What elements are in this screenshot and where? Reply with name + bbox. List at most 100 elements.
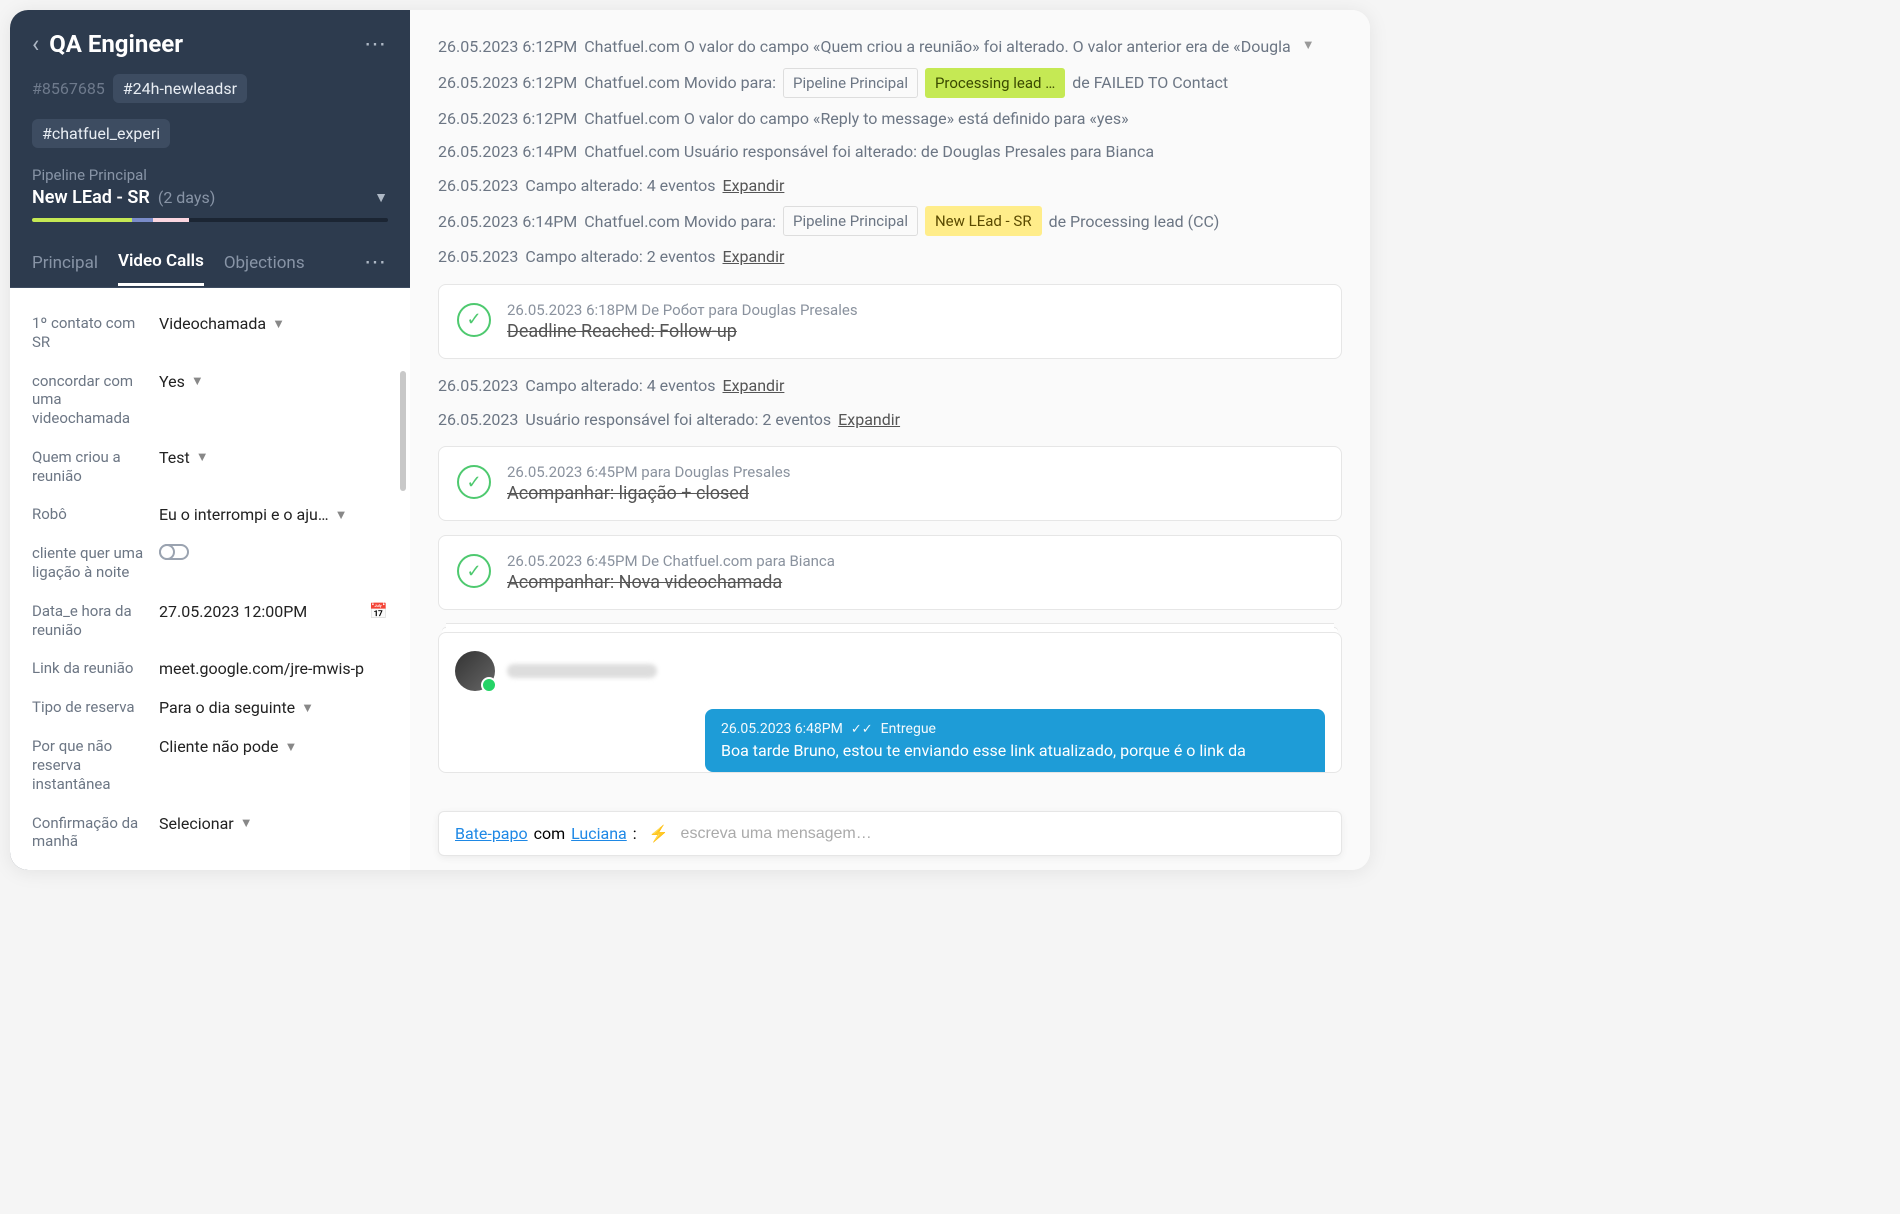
tab-video-calls[interactable]: Video Calls (118, 251, 204, 286)
log-datetime: 26.05.2023 (438, 173, 518, 199)
message-input[interactable] (681, 825, 1325, 843)
log-text: Usuário responsável foi alterado: 2 even… (525, 407, 831, 433)
chevron-down-icon[interactable]: ▼ (1302, 36, 1315, 57)
field-row: concordar com uma videochamada Yes▼ (32, 362, 388, 438)
task-title: Deadline Reached: Follow-up (507, 321, 858, 342)
chat-card[interactable]: 26.05.2023 6:48PM ✓✓ Entregue Boa tarde … (438, 632, 1342, 773)
field-value[interactable]: Para o dia seguinte▼ (159, 698, 388, 717)
log-entry: 26.05.2023 6:12PM Chatfuel.com O valor do… (438, 34, 1342, 60)
chevron-down-icon: ▼ (196, 449, 209, 465)
contact-name-blurred (507, 664, 657, 678)
task-title: Acompanhar: ligação + closed (507, 483, 791, 504)
toggle[interactable] (159, 544, 189, 560)
pipeline-progress (32, 218, 388, 222)
field-value[interactable] (159, 544, 388, 560)
stage-selector[interactable]: New LEad - SR (2 days) ▼ (32, 187, 388, 208)
chevron-down-icon: ▼ (191, 373, 204, 389)
outgoing-message: 26.05.2023 6:48PM ✓✓ Entregue Boa tarde … (705, 709, 1325, 772)
log-entry: 26.05.2023Campo alterado: 2 eventosExpan… (438, 244, 1342, 270)
stage-chip: New LEad - SR (925, 206, 1042, 236)
log-datetime: 26.05.2023 6:14PM (438, 139, 577, 165)
field-label: Quem criou a reunião (32, 448, 147, 486)
field-value[interactable]: Eu o interrompi e o aju…▼ (159, 505, 388, 524)
chevron-down-icon: ▼ (240, 815, 253, 831)
field-label: Data_e hora da reunião (32, 602, 147, 640)
scrollbar[interactable] (400, 371, 406, 491)
log-tail: de Processing lead (CC) (1049, 209, 1220, 235)
log-entry: 26.05.2023 6:14PMChatfuel.com Usuário re… (438, 139, 1342, 165)
back-icon[interactable]: ‹ (32, 30, 39, 58)
field-label: cliente quer uma ligação à noite (32, 544, 147, 582)
fields-panel: 1º contato com SRVideochamada▼concordar … (10, 288, 410, 870)
log-datetime: 26.05.2023 6:12PM (438, 106, 577, 132)
chevron-down-icon: ▼ (335, 507, 348, 523)
log-tail: de FAILED TO Contact (1072, 70, 1228, 96)
tab-objections[interactable]: Objections (224, 253, 305, 285)
lead-sidebar: ‹ QA Engineer ⋯ #8567685 #24h-newleadsr … (10, 10, 410, 870)
msg-datetime: 26.05.2023 6:48PM (721, 721, 843, 737)
stage-chip: Processing lead … (925, 68, 1065, 98)
task-card[interactable]: ✓26.05.2023 6:45PM para Douglas Presales… (438, 446, 1342, 521)
tabs-more-icon[interactable]: ⋯ (364, 250, 388, 287)
log-datetime: 26.05.2023 6:12PM (438, 70, 577, 96)
field-label: Robô (32, 505, 147, 524)
log-text: Chatfuel.com O valor do campo «Quem crio… (584, 34, 1290, 60)
chevron-down-icon: ▼ (272, 316, 285, 332)
with-label: com (534, 824, 566, 843)
compose-bar[interactable]: Bate-papo com Luciana: ⚡ (438, 811, 1342, 856)
expand-link[interactable]: Expandir (723, 373, 785, 399)
field-label: Confirmação da manhã (32, 814, 147, 852)
log-entry: 26.05.2023 6:12PM Chatfuel.com O valor do… (438, 106, 1342, 132)
log-datetime: 26.05.2023 6:12PM (438, 34, 577, 60)
log-entry: 26.05.2023 6:14PM Chatfuel.com Movido par… (438, 206, 1342, 236)
log-text: Chatfuel.com O valor do campo «Reply to … (584, 106, 1128, 132)
log-text: Campo alterado: 4 eventos (525, 173, 715, 199)
chat-link[interactable]: Bate-papo (455, 824, 528, 843)
stage-name: New LEad - SR (32, 187, 150, 208)
field-value[interactable]: Cliente não pode▼ (159, 737, 388, 756)
expand-link[interactable]: Expandir (723, 173, 785, 199)
check-icon[interactable]: ✓ (457, 554, 491, 588)
log-text: Chatfuel.com Movido para: (584, 209, 776, 235)
field-row: Robô Eu o interrompi e o aju…▼ (32, 495, 388, 534)
activity-feed: 26.05.2023 6:12PM Chatfuel.com O valor do… (410, 10, 1370, 870)
avatar[interactable] (455, 651, 495, 691)
lead-id: #8567685 (32, 79, 105, 98)
tag[interactable]: #chatfuel_experi (32, 119, 170, 148)
field-value[interactable]: Videochamada▼ (159, 314, 388, 333)
log-text: Campo alterado: 2 eventos (525, 244, 715, 270)
field-value[interactable]: Yes▼ (159, 372, 388, 391)
pipeline-label: Pipeline Principal (32, 166, 388, 184)
check-icon[interactable]: ✓ (457, 465, 491, 499)
field-value[interactable]: Selecionar▼ (159, 814, 388, 833)
pipeline-chip: Pipeline Principal (783, 68, 918, 98)
delivered-icon: ✓✓ (851, 722, 873, 737)
tag[interactable]: #24h-newleadsr (113, 74, 247, 103)
expand-link[interactable]: Expandir (723, 244, 785, 270)
log-entry: 26.05.2023 Campo alterado: 4 eventos Expan… (438, 173, 1342, 199)
chevron-down-icon: ▼ (374, 189, 388, 206)
check-icon[interactable]: ✓ (457, 303, 491, 337)
chevron-down-icon: ▼ (301, 700, 314, 716)
field-label: concordar com uma videochamada (32, 372, 147, 428)
field-label: Tipo de reserva (32, 698, 147, 717)
sidebar-tabs: Principal Video Calls Objections ⋯ (10, 236, 410, 288)
field-value[interactable]: 27.05.2023 12:00PM📅 (159, 602, 388, 621)
log-entry: 26.05.2023 6:12PMChatfuel.com Movido par… (438, 68, 1342, 98)
task-card[interactable]: ✓26.05.2023 6:45PM De Chatfuel.com para … (438, 535, 1342, 610)
field-row: Quem criou a reunião Test▼ (32, 438, 388, 496)
field-value[interactable]: meet.google.com/jre-mwis-p (159, 659, 388, 678)
user-link[interactable]: Luciana (571, 824, 627, 843)
log-datetime: 26.05.2023 6:14PM (438, 209, 577, 235)
expand-link[interactable]: Expandir (838, 407, 900, 433)
task-card[interactable]: ✓26.05.2023 6:18PM De Робот para Douglas… (438, 284, 1342, 359)
field-row: Tipo de reserva Para o dia seguinte▼ (32, 688, 388, 727)
log-text: Campo alterado: 4 eventos (525, 373, 715, 399)
tab-principal[interactable]: Principal (32, 253, 98, 285)
more-icon[interactable]: ⋯ (364, 32, 388, 57)
field-value[interactable]: Test▼ (159, 448, 388, 467)
lead-title[interactable]: QA Engineer (49, 30, 354, 58)
calendar-icon[interactable]: 📅 (369, 602, 388, 620)
msg-text: Boa tarde Bruno, estou te enviando esse … (721, 741, 1309, 760)
bolt-icon[interactable]: ⚡ (649, 824, 669, 843)
